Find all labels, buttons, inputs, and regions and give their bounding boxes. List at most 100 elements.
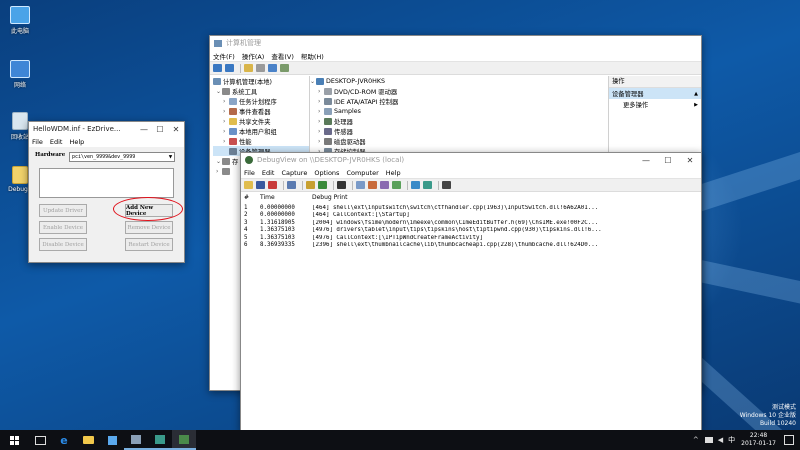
desktop-icon-this-pc[interactable]: 此电脑 xyxy=(0,6,40,35)
hw-menu-file[interactable]: File xyxy=(32,138,43,146)
submenu-arrow-icon[interactable]: ▶ xyxy=(694,102,698,108)
binoculars-find-icon[interactable] xyxy=(442,181,451,189)
shared-folder-icon xyxy=(229,117,237,125)
log-rows: 1 0.00000000 [464] shell\ext\inputswitch\s… xyxy=(241,204,701,249)
minimize-button[interactable]: — xyxy=(635,156,657,165)
taskbar-edge[interactable]: e xyxy=(52,430,76,450)
clear-display-icon[interactable] xyxy=(337,181,346,189)
hellowdm-menu-bar: File Edit Help xyxy=(29,136,184,147)
dv-menu-capture[interactable]: Capture xyxy=(281,169,307,177)
remove-device-button[interactable]: Remove Device xyxy=(125,221,173,234)
tree-item-local-users[interactable]: › 本地用户和组 xyxy=(213,126,309,136)
close-button[interactable]: ✕ xyxy=(679,156,701,165)
view-icon[interactable] xyxy=(280,64,289,72)
task-view-button[interactable] xyxy=(28,430,52,450)
watermark-line-1: 测试模式 xyxy=(771,404,796,411)
dv-menu-edit[interactable]: Edit xyxy=(262,169,275,177)
device-category[interactable]: › IDE ATA/ATAPI 控制器 xyxy=(310,96,600,106)
tree-item-shared-folders[interactable]: › 共享文件夹 xyxy=(213,116,309,126)
connect-icon[interactable] xyxy=(411,181,420,189)
actions-selected-group[interactable]: 设备管理器 ▲ xyxy=(609,88,701,99)
find-icon[interactable] xyxy=(287,181,296,189)
show-hidden-icons-button[interactable]: ^ xyxy=(693,436,699,444)
col-header-debug-print[interactable]: Debug Print xyxy=(312,194,347,201)
recycle-bin-icon xyxy=(12,112,28,130)
menu-view[interactable]: 查看(V) xyxy=(271,51,294,61)
log-row[interactable]: 6 8.36939335 [2396] shell\ext\thumbnailcac… xyxy=(241,242,701,250)
save-icon[interactable] xyxy=(256,181,265,189)
hw-menu-edit[interactable]: Edit xyxy=(50,138,63,146)
device-category[interactable]: › 处理器 xyxy=(310,116,600,126)
up-folder-icon[interactable] xyxy=(244,64,253,72)
desktop-icon-network[interactable]: 网络 xyxy=(0,60,40,89)
menu-help[interactable]: 帮助(H) xyxy=(301,51,324,61)
volume-tray-icon[interactable]: ◀ xyxy=(718,436,723,444)
taskbar-store[interactable] xyxy=(100,430,124,450)
log-row-time: 1.36375103 xyxy=(260,234,295,241)
dv-menu-help[interactable]: Help xyxy=(386,169,401,177)
disconnect-icon[interactable] xyxy=(423,181,432,189)
dv-menu-computer[interactable]: Computer xyxy=(346,169,378,177)
log-row[interactable]: 5 1.36375103 [4976] CallContext:[\IPTipWnd… xyxy=(241,234,701,242)
enable-device-button[interactable]: Enable Device xyxy=(39,221,87,234)
start-button[interactable] xyxy=(0,430,28,450)
properties-icon[interactable] xyxy=(256,64,265,72)
tree-item-event-viewer[interactable]: › 事件查看器 xyxy=(213,106,309,116)
help-icon[interactable] xyxy=(268,64,277,72)
log-row[interactable]: 3 1.31618905 [2004] windows\fsime\modern\i… xyxy=(241,219,701,227)
maximize-button[interactable]: ☐ xyxy=(152,125,168,134)
mmc-title-bar[interactable]: 计算机管理 xyxy=(210,36,701,50)
log-row-num: 3 xyxy=(244,219,248,226)
tree-item-performance[interactable]: › 性能 xyxy=(213,136,309,146)
network-tray-icon[interactable] xyxy=(704,437,713,443)
restart-device-button[interactable]: Restart Device xyxy=(125,238,173,251)
menu-file[interactable]: 文件(F) xyxy=(213,51,235,61)
device-category[interactable]: › Samples xyxy=(310,106,600,116)
maximize-button[interactable]: ☐ xyxy=(657,156,679,165)
time-icon[interactable] xyxy=(356,181,365,189)
collapse-triangle-icon[interactable]: ▲ xyxy=(694,91,698,97)
close-button[interactable]: ✕ xyxy=(168,125,184,134)
menu-action[interactable]: 操作(A) xyxy=(242,51,265,61)
clock[interactable]: 22:48 2017-01-17 xyxy=(741,432,776,448)
filter-icon[interactable] xyxy=(392,181,401,189)
device-category[interactable]: › DVD/CD-ROM 驱动器 xyxy=(310,86,600,96)
forward-arrow-icon[interactable] xyxy=(225,64,234,72)
capture-icon[interactable] xyxy=(268,181,277,189)
dropdown-arrow-icon[interactable]: ▼ xyxy=(167,155,174,160)
hardware-select[interactable]: pci\ven_9999&dev_9999 ▼ xyxy=(69,152,175,162)
taskbar-computer-management[interactable] xyxy=(124,430,148,450)
taskbar-debugview[interactable] xyxy=(172,430,196,450)
log-row[interactable]: 4 1.36375103 [4976] drivers\tablet\input\t… xyxy=(241,227,701,235)
clock-time-icon[interactable] xyxy=(368,181,377,189)
tree-root[interactable]: 计算机管理(本地) xyxy=(213,76,309,86)
back-arrow-icon[interactable] xyxy=(213,64,222,72)
minimize-button[interactable]: — xyxy=(136,125,152,134)
device-root[interactable]: ⌄ DESKTOP-JVR0HKS xyxy=(310,76,600,86)
log-row[interactable]: 2 0.00000000 [464] CallContext:[\Startup] xyxy=(241,212,701,220)
tree-item-task-scheduler[interactable]: › 任务计划程序 xyxy=(213,96,309,106)
pass-through-icon[interactable] xyxy=(318,181,327,189)
autoscroll-icon[interactable] xyxy=(380,181,389,189)
taskbar-ezdriver[interactable] xyxy=(148,430,172,450)
open-icon[interactable] xyxy=(244,181,253,189)
update-driver-button[interactable]: Update Driver xyxy=(39,204,87,217)
hw-menu-help[interactable]: Help xyxy=(69,138,84,146)
action-center-icon[interactable] xyxy=(784,435,794,445)
tree-item-system-tools[interactable]: ⌄ 系统工具 xyxy=(213,86,309,96)
col-header-time[interactable]: Time xyxy=(260,194,312,201)
hellowdm-title-bar[interactable]: HelloWDM.inf - EzDrive... — ☐ ✕ xyxy=(29,122,184,136)
debugview-title-bar[interactable]: DebugView on \\DESKTOP-JVR0HKS (local) —… xyxy=(241,153,701,167)
ime-indicator[interactable]: 中 xyxy=(728,435,735,445)
log-row[interactable]: 1 0.00000000 [464] shell\ext\inputswitch\s… xyxy=(241,204,701,212)
disable-device-button[interactable]: Disable Device xyxy=(39,238,87,251)
taskbar-explorer[interactable] xyxy=(76,430,100,450)
actions-more[interactable]: 更多操作 ▶ xyxy=(609,99,701,110)
capture-kernel-icon[interactable] xyxy=(306,181,315,189)
device-category-label: Samples xyxy=(334,107,361,115)
col-header-num[interactable]: # xyxy=(241,194,260,201)
device-category[interactable]: › 传感器 xyxy=(310,126,600,136)
device-category[interactable]: › 磁盘驱动器 xyxy=(310,136,600,146)
dv-menu-options[interactable]: Options xyxy=(314,169,339,177)
dv-menu-file[interactable]: File xyxy=(244,169,255,177)
